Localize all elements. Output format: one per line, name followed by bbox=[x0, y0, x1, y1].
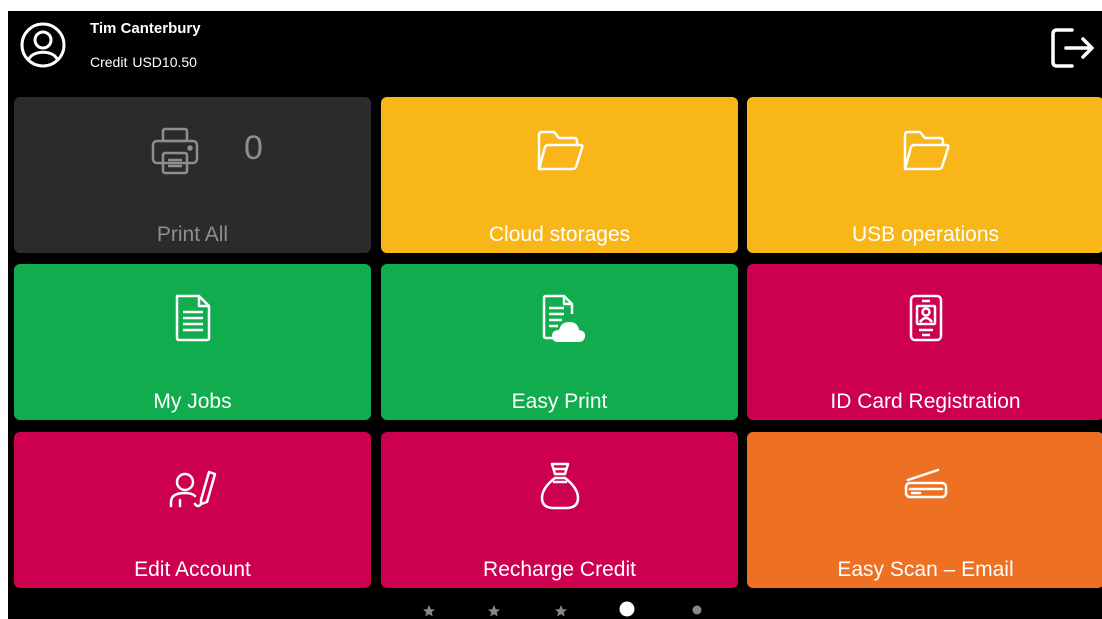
star-icon[interactable] bbox=[554, 604, 568, 618]
scanner-icon bbox=[904, 468, 947, 499]
star-icon[interactable] bbox=[487, 604, 501, 618]
tile-label: Print All bbox=[156, 223, 229, 246]
page-indicator bbox=[408, 601, 708, 619]
tile-label: Easy Print bbox=[511, 390, 608, 413]
my-jobs-tile[interactable]: My Jobs bbox=[14, 264, 371, 420]
document-icon bbox=[175, 294, 210, 342]
current-page-dot-icon[interactable] bbox=[619, 601, 635, 617]
print-job-count: 0 bbox=[244, 129, 263, 167]
document-cloud-icon bbox=[542, 294, 585, 342]
tile-label: Easy Scan – Email bbox=[837, 558, 1014, 581]
star-icon[interactable] bbox=[422, 604, 436, 618]
easy-scan-email-tile[interactable]: Easy Scan – Email bbox=[747, 432, 1102, 588]
user-edit-icon bbox=[169, 470, 216, 508]
logout-icon[interactable] bbox=[1048, 24, 1096, 72]
credit-value: USD10.50 bbox=[132, 54, 197, 70]
user-avatar-icon bbox=[20, 22, 66, 68]
terminal-screen: Tim Canterbury Credit USD10.50 0 Print Al… bbox=[8, 11, 1102, 619]
money-bag-icon bbox=[540, 462, 579, 510]
easy-print-tile[interactable]: Easy Print bbox=[381, 264, 738, 420]
page-dot-icon[interactable] bbox=[691, 604, 703, 616]
tile-label: My Jobs bbox=[153, 390, 232, 413]
tile-label: ID Card Registration bbox=[830, 390, 1021, 413]
tile-label: USB operations bbox=[851, 223, 1000, 246]
cloud-storages-tile[interactable]: Cloud storages bbox=[381, 97, 738, 253]
id-card-registration-tile[interactable]: ID Card Registration bbox=[747, 264, 1102, 420]
credit-label: Credit bbox=[90, 54, 128, 70]
credit-info: Credit USD10.50 bbox=[90, 54, 197, 70]
tile-label: Edit Account bbox=[134, 558, 251, 581]
print-all-tile[interactable]: 0 Print All bbox=[14, 97, 371, 253]
folder-icon bbox=[903, 130, 950, 171]
tile-label: Cloud storages bbox=[488, 223, 631, 246]
tile-grid: 0 Print All Cloud storages USB operation… bbox=[14, 97, 1102, 589]
user-name: Tim Canterbury bbox=[90, 20, 201, 37]
edit-account-tile[interactable]: Edit Account bbox=[14, 432, 371, 588]
recharge-credit-tile[interactable]: Recharge Credit bbox=[381, 432, 738, 588]
tile-label: Recharge Credit bbox=[483, 558, 636, 581]
top-bar: Tim Canterbury Credit USD10.50 bbox=[8, 11, 1102, 91]
printer-icon bbox=[151, 127, 198, 175]
folder-icon bbox=[537, 130, 584, 171]
id-card-icon bbox=[909, 294, 942, 342]
usb-operations-tile[interactable]: USB operations bbox=[747, 97, 1102, 253]
